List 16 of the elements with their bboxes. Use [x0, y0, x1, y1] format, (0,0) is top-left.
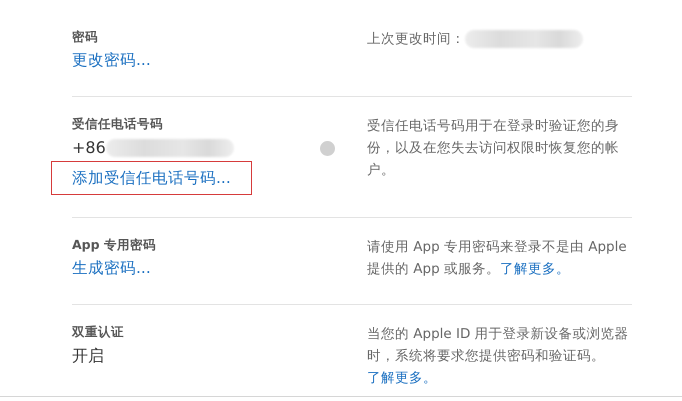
description-text: 受信任电话号码用于在登录时验证您的身份，以及在您失去访问权限时恢复您的帐户。 — [367, 117, 620, 180]
section-label: 双重认证 — [72, 323, 124, 341]
description-text: 当您的 Apple ID 用于登录新设备或浏览器时，系统将要求您提供密码和验证码。 了解更多。 — [367, 323, 637, 389]
learn-more-link[interactable]: 了解更多。 — [367, 367, 437, 389]
action-link[interactable]: 生成密码... — [72, 257, 151, 281]
phone-number: +86 — [72, 137, 106, 159]
description-text: 请使用 App 专用密码来登录不是由 Apple 提供的 App 或服务。了解更多。 — [367, 238, 628, 279]
action-link[interactable]: 更改密码... — [72, 49, 151, 73]
description-text: 上次更改时间： — [367, 28, 637, 50]
section-label: 受信任电话号码 — [72, 115, 163, 133]
help-icon[interactable] — [320, 140, 335, 156]
section-label: 密码 — [72, 28, 98, 46]
learn-more-link[interactable]: 了解更多。 — [500, 261, 570, 277]
section-label: App 专用密码 — [72, 236, 156, 254]
status-value: 开启 — [72, 345, 104, 367]
add-phone-link[interactable]: 添加受信任电话号码... — [51, 161, 252, 195]
